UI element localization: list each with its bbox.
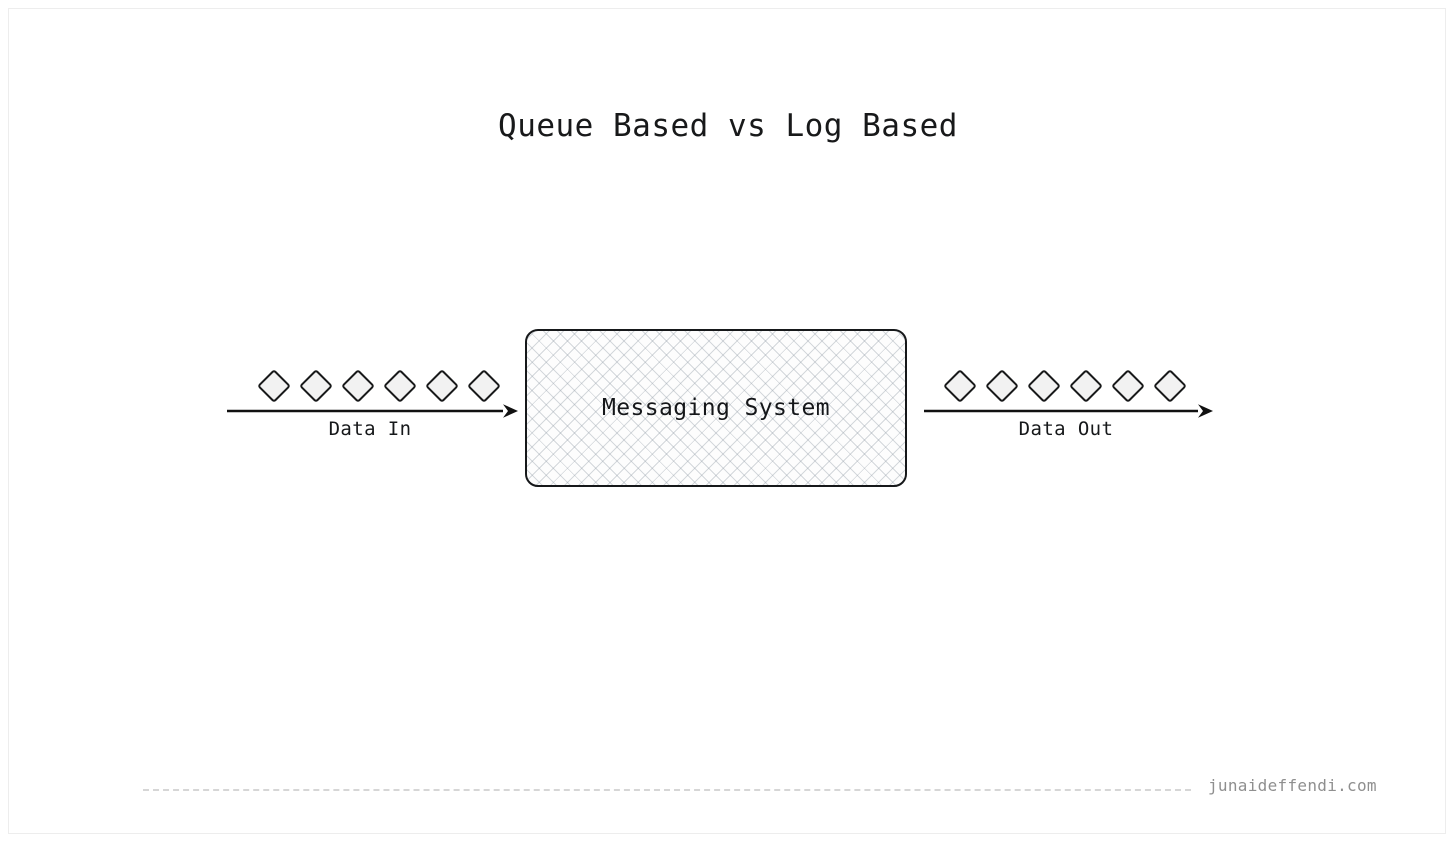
diamond-icon [467,369,501,403]
footer-divider [143,789,1191,791]
message-item-row-out [943,369,1188,406]
diamond-icon [299,369,333,403]
diamond-icon [943,369,977,403]
page-title: Queue Based vs Log Based [498,108,958,144]
flow-label-data-out: Data Out [1018,418,1114,440]
flow-group-data-in: Data In [220,369,520,460]
diamond-icon [1069,369,1103,403]
diamond-icon [1153,369,1187,403]
diamond-icon [985,369,1019,403]
flow-label-data-in: Data In [328,418,412,440]
messaging-system-label: Messaging System [602,395,830,421]
flow-group-data-out: Data Out [918,369,1218,460]
diamond-icon [257,369,291,403]
footer-watermark: junaideffendi.com [1208,776,1377,795]
diagram-canvas: Queue Based vs Log Based Data In Messagi… [0,0,1456,844]
message-item-row-in [257,369,502,406]
diamond-icon [1111,369,1145,403]
diamond-icon [383,369,417,403]
diamond-icon [425,369,459,403]
diamond-icon [341,369,375,403]
messaging-system-node[interactable]: Messaging System [525,329,907,487]
diamond-icon [1027,369,1061,403]
